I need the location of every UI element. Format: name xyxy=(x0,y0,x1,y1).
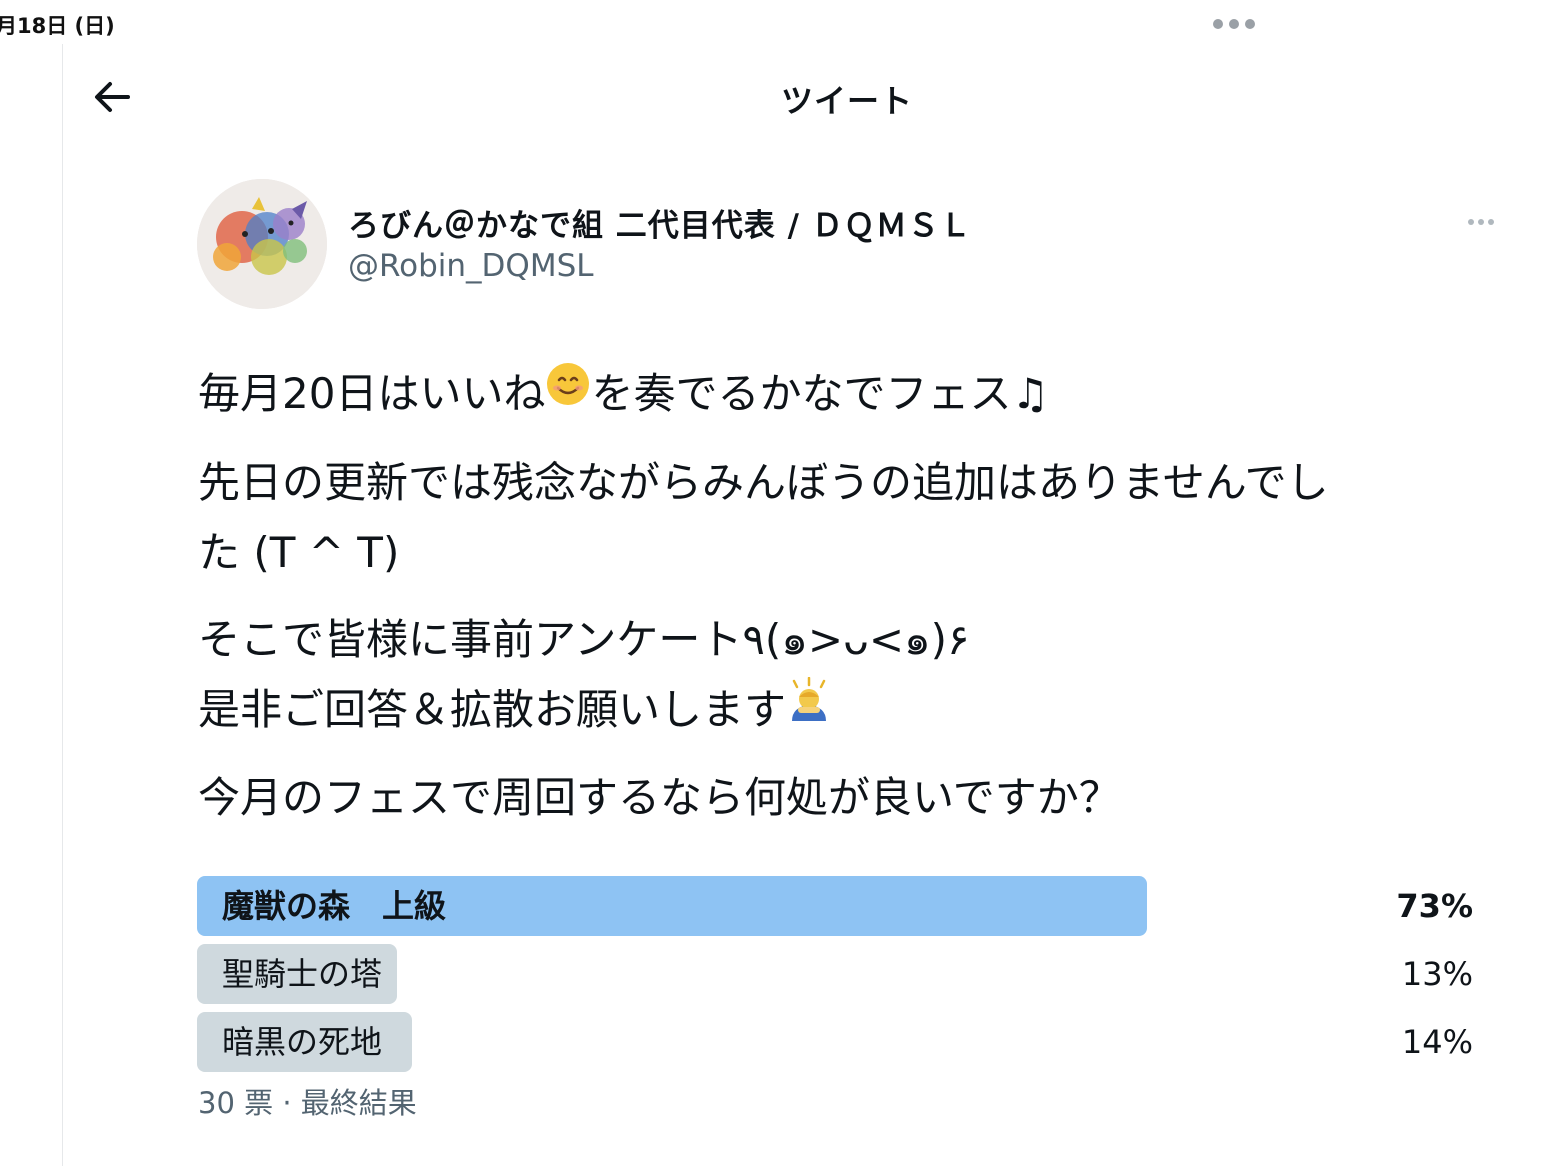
tweet-text-segment: 毎月20日はいいね xyxy=(198,369,546,418)
author-handle[interactable]: @Robin_DQMSL xyxy=(348,248,594,284)
page-title: ツイート xyxy=(780,82,913,120)
poll-option-percent: 14% xyxy=(1401,1023,1473,1061)
author-display-name[interactable]: ろびん＠かなで組 二代目代表 / ＤＱＭＳＬ xyxy=(348,200,972,245)
avatar-illustration xyxy=(197,179,327,309)
status-bar-date: 月18日 (日) xyxy=(0,14,115,38)
smiling-face-emoji-icon xyxy=(545,358,591,428)
tweet-line-6: 今月のフェスで周回するなら何処が良いですか？ xyxy=(198,773,1121,822)
poll-option-percent: 13% xyxy=(1401,955,1473,993)
back-button[interactable] xyxy=(88,73,136,121)
arrow-left-icon xyxy=(95,82,130,112)
avatar[interactable] xyxy=(197,179,327,309)
more-options-button[interactable] xyxy=(1462,213,1500,231)
poll-option: 魔獣の森 上級 73% xyxy=(197,876,1477,936)
poll-option: 聖騎士の塔 13% xyxy=(197,944,1477,1004)
tweet-text-segment: 是非ご回答＆拡散お願いします xyxy=(198,685,787,734)
poll-option-label: 暗黒の死地 xyxy=(222,1023,383,1061)
poll-option-label: 聖騎士の塔 xyxy=(222,955,383,993)
bowing-person-emoji-icon xyxy=(786,674,832,744)
tweet-line-1: 毎月20日はいいね を奏でるかなでフェス♫ xyxy=(198,359,1478,432)
poll-option-percent: 73% xyxy=(1396,887,1473,925)
sidebar-divider xyxy=(62,44,63,1166)
poll-option-label: 魔獣の森 上級 xyxy=(222,887,447,925)
tweet-text-segment: を奏でるかなでフェス♫ xyxy=(591,369,1050,418)
tweet-line-4: そこで皆様に事前アンケート٩(๑>ᴗ<๑)۶ xyxy=(198,615,970,664)
tweet-line-5: 是非ご回答＆拡散お願いします xyxy=(198,675,1478,748)
poll-option: 暗黒の死地 14% xyxy=(197,1012,1477,1072)
poll-meta: 30 票 · 最終結果 xyxy=(198,1086,417,1120)
tweet-line-3: た (T ^ T) xyxy=(198,528,400,577)
multitask-dots-icon[interactable] xyxy=(1213,19,1255,29)
tweet-line-2: 先日の更新では残念ながらみんぼうの追加はありませんでし xyxy=(198,458,1329,507)
